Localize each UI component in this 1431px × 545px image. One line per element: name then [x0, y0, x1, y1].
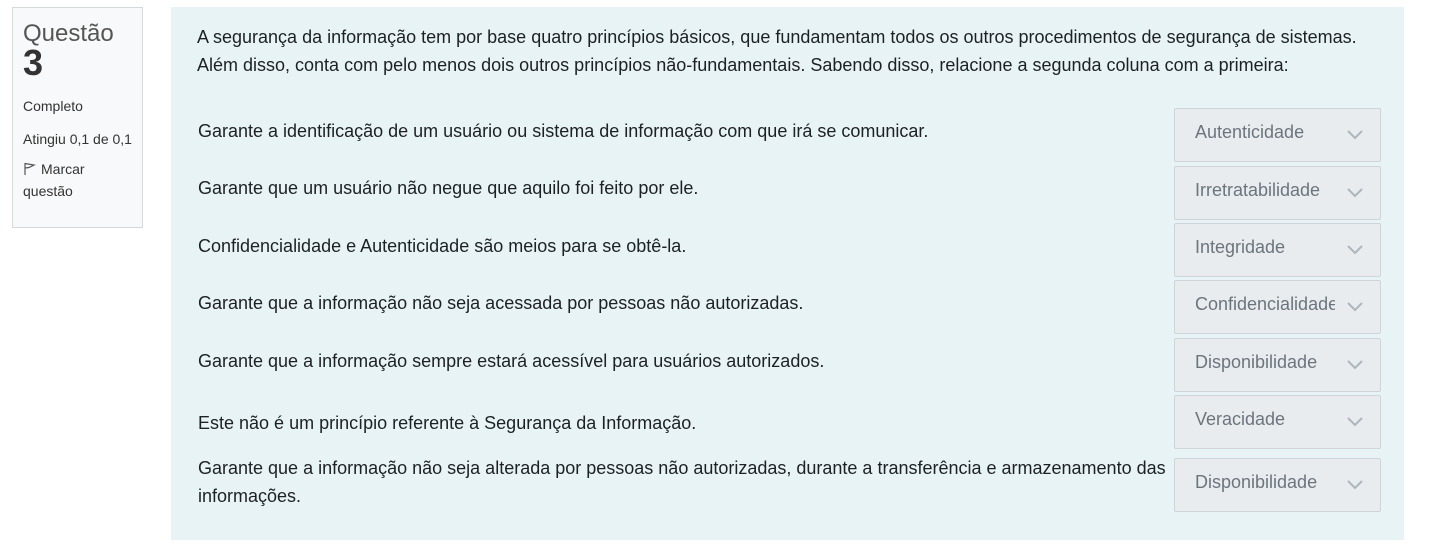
- question-state: Completo: [23, 98, 83, 114]
- chevron-down-icon: [1347, 245, 1363, 255]
- chevron-down-icon: [1347, 417, 1363, 427]
- chevron-down-icon: [1347, 480, 1363, 490]
- match-select-value: Disponibilidade: [1195, 352, 1318, 372]
- match-select[interactable]: Confidencialidade: [1174, 280, 1381, 334]
- match-select[interactable]: Autenticidade: [1174, 108, 1381, 162]
- match-item-text: Garante que a informação sempre estará a…: [198, 351, 825, 371]
- match-select[interactable]: Disponibilidade: [1174, 338, 1381, 392]
- match-item-text: Este não é um princípio referente à Segu…: [198, 413, 697, 433]
- match-select-value: Autenticidade: [1195, 122, 1305, 142]
- match-select-value: Disponibilidade: [1195, 472, 1318, 492]
- flag-question-link[interactable]: Marcar questão: [23, 158, 132, 202]
- match-item-text: Garante que um usuário não negue que aqu…: [198, 178, 699, 198]
- chevron-down-icon: [1347, 302, 1363, 312]
- match-select[interactable]: Integridade: [1174, 223, 1381, 277]
- match-select-value: Confidencialidade: [1195, 294, 1335, 314]
- match-item-text: Garante que a informação não seja acessa…: [198, 293, 804, 313]
- match-select-value: Irretratabilidade: [1195, 180, 1321, 200]
- chevron-down-icon: [1347, 360, 1363, 370]
- match-select[interactable]: Disponibilidade: [1174, 458, 1381, 512]
- question-content: A segurança da informação tem por base q…: [171, 7, 1404, 540]
- match-select-value: Integridade: [1195, 237, 1286, 257]
- flag-icon: [23, 160, 37, 175]
- chevron-down-icon: [1347, 130, 1363, 140]
- match-select[interactable]: Irretratabilidade: [1174, 166, 1381, 220]
- match-item-text: Garante que a informação não seja altera…: [198, 458, 1166, 506]
- question-info-panel: Questão 3 Completo Atingiu 0,1 de 0,1 Ma…: [12, 7, 143, 228]
- question-grade: Atingiu 0,1 de 0,1: [23, 131, 132, 147]
- match-select[interactable]: Veracidade: [1174, 395, 1381, 449]
- match-item-text: Garante a identificação de um usuário ou…: [198, 121, 929, 141]
- question-text-line-2: Além disso, conta com pelo menos dois ou…: [197, 55, 1289, 75]
- match-item-text: Confidencialidade e Autenticidade são me…: [198, 236, 687, 256]
- question-text-line-1: A segurança da informação tem por base q…: [197, 27, 1357, 47]
- question-number: 3: [23, 42, 44, 83]
- chevron-down-icon: [1347, 188, 1363, 198]
- question-text: A segurança da informação tem por base q…: [197, 23, 1387, 79]
- match-select-value: Veracidade: [1195, 409, 1286, 429]
